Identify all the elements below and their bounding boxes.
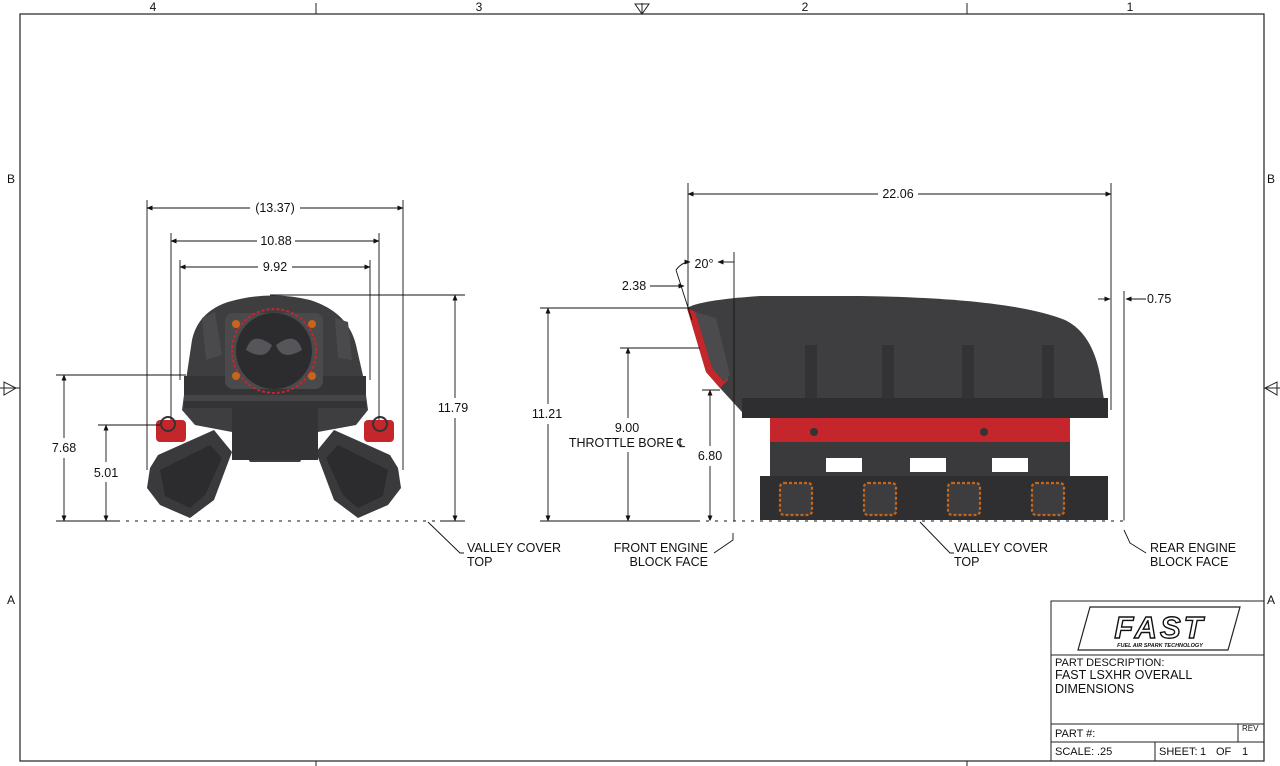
sheet-label: SHEET: [1159,746,1198,758]
side-valley-callout-line2: TOP [954,555,979,569]
sheet-of: OF [1216,746,1232,758]
front-view-manifold [147,295,401,518]
front-valley-callout-line1: VALLEY COVER [467,541,561,555]
fast-logo: FAST FUEL AIR SPARK TECHNOLOGY [1077,606,1241,651]
zone-row-a-left: A [7,593,15,607]
sheet-number: 1 [1200,746,1206,758]
zone-column-1: 1 [1127,0,1134,14]
scale-label: SCALE: [1055,746,1094,758]
dim-side-throttle-height: 9.00 [615,421,639,435]
zone-column-2: 2 [802,0,809,14]
rear-block-callout-line2: BLOCK FACE [1150,555,1229,569]
dim-side-overall-length: 22.06 [882,187,913,201]
zone-row-b-left: B [7,172,15,186]
zone-row-b-right: B [1267,172,1275,186]
front-block-callout-line1: FRONT ENGINE [614,541,708,555]
dim-side-throttle-label: THROTTLE BORE ℄ [569,436,686,450]
zone-column-3: 3 [476,0,483,14]
dim-front-height-flange: 7.68 [52,441,76,455]
dim-front-height-fuel: 5.01 [94,466,118,480]
part-number-label: PART #: [1055,728,1095,740]
dim-front-width-inner: 9.92 [263,260,287,274]
dim-side-overall-height: 11.21 [532,407,562,421]
zone-column-4: 4 [150,0,157,14]
part-description-line1: FAST LSXHR OVERALL [1055,668,1192,682]
side-valley-callout-line1: VALLEY COVER [954,541,1048,555]
scale-value: .25 [1097,746,1112,758]
rev-label: REV [1242,724,1259,733]
dim-front-overall-height: 11.79 [438,401,468,415]
dim-side-offset-rear: 0.75 [1147,292,1171,306]
zone-row-a-right: A [1267,593,1275,607]
logo-tagline: FUEL AIR SPARK TECHNOLOGY [1117,643,1204,649]
side-view-manifold [687,296,1108,520]
part-description-line2: DIMENSIONS [1055,682,1134,696]
dim-side-offset-front: 2.38 [622,279,646,293]
sheet-total: 1 [1242,746,1248,758]
dim-side-angle: 20° [695,257,714,271]
rear-block-callout-line1: REAR ENGINE [1150,541,1236,555]
front-valley-callout-line2: TOP [467,555,492,569]
logo-wordmark: FAST [1114,610,1205,645]
dim-front-overall-width: (13.37) [255,201,295,215]
front-block-callout-line2: BLOCK FACE [630,555,709,569]
drawing-sheet: 4 3 2 1 B A B A (13.37) 10.88 9.92 11.79… [0,0,1280,766]
dim-front-width-mid: 10.88 [260,234,291,248]
dim-side-base-height: 6.80 [698,449,722,463]
